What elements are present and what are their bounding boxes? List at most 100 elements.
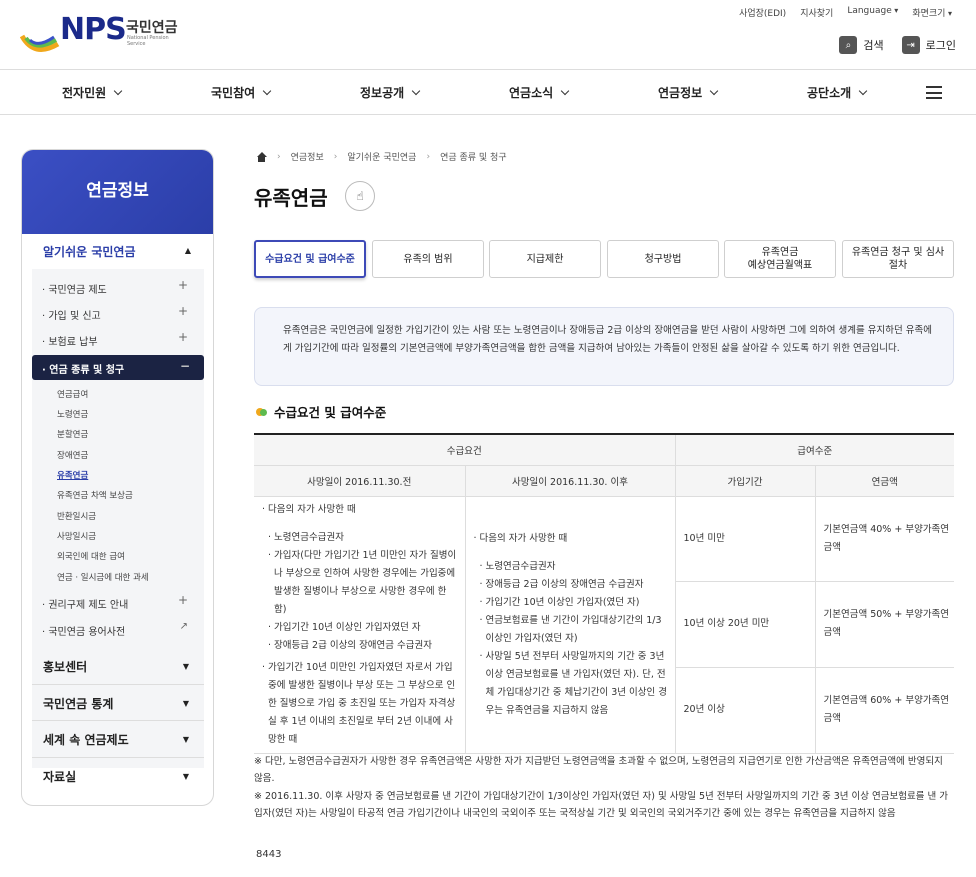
sidebar-item-pr-center[interactable]: 홍보센터 [43, 658, 87, 675]
sidebar-item-pension-types[interactable]: · 연금 종류 및 청구 − [32, 355, 204, 380]
gnb-item-about[interactable]: 공단소개 [807, 84, 866, 101]
breadcrumb-item[interactable]: 알기쉬운 국민연금 [347, 150, 416, 163]
nps-logo[interactable]: NPS 국민연금 National Pension Service [20, 12, 180, 56]
section-heading: 수급요건 및 급여수준 [256, 402, 386, 421]
search-icon: ⌕ [839, 36, 858, 54]
sidebar-section-title[interactable]: 알기쉬운 국민연금 [43, 243, 136, 260]
sidebar-sub-item[interactable]: 분할연금 [57, 428, 88, 440]
plus-icon[interactable]: + [178, 330, 188, 344]
table-cell-amount: 기본연금액 50% + 부양가족연금액 [814, 581, 954, 668]
global-navigation: 전자민원 국민참여 정보공개 연금소식 연금정보 공단소개 [0, 71, 976, 115]
requirements-table: 수급요건 급여수준 사망일이 2016.11.30.전 사망일이 2016.11… [254, 433, 954, 754]
plus-icon[interactable]: + [178, 278, 188, 292]
search-label: 검색 [863, 39, 884, 52]
menu-hamburger-icon[interactable] [926, 86, 942, 99]
chevron-down-icon[interactable]: ▼ [183, 772, 189, 781]
util-branch-link[interactable]: 지사찾기 [800, 6, 833, 19]
logo-main-text: NPS [60, 12, 127, 47]
sidebar-item-remedy[interactable]: · 권리구제 제도 안내 [42, 596, 128, 611]
sidebar-sub-item[interactable]: 연금급여 [57, 388, 88, 400]
logo-english-text: National Pension Service [127, 35, 169, 47]
site-header: NPS 국민연금 National Pension Service 사업장(ED… [0, 0, 976, 70]
breadcrumb-separator: › [333, 151, 338, 162]
home-icon[interactable] [256, 151, 267, 162]
sidebar-sub-item[interactable]: 노령연금 [57, 408, 88, 420]
util-language-dropdown[interactable]: Language [847, 6, 898, 19]
search-button[interactable]: ⌕ 검색 [839, 36, 884, 54]
utility-menu: 사업장(EDI) 지사찾기 Language 화면크기 [739, 6, 952, 19]
table-header: 사망일이 2016.11.30. 이후 [464, 464, 676, 497]
bullet-dots-icon [256, 407, 268, 417]
tab-payment-limit[interactable]: 지급제한 [489, 240, 601, 278]
sidebar-sub-item[interactable]: 사망일시금 [57, 530, 96, 542]
sidebar-sub-item[interactable]: 장애연금 [57, 449, 88, 461]
breadcrumb-separator: › [277, 151, 281, 162]
chevron-down-icon[interactable]: ▼ [183, 735, 189, 744]
gnb-item-news[interactable]: 연금소식 [509, 84, 568, 101]
sidebar-item-join[interactable]: · 가입 및 신고 [42, 307, 101, 322]
table-cell-amount: 기본연금액 60% + 부양가족연금액 [814, 666, 954, 754]
text-to-speech-icon[interactable]: ☝ [345, 181, 375, 211]
footnotes: ※ 다만, 노령연금수급권자가 사망한 경우 유족연금액은 사망한 자가 지급받… [254, 753, 954, 822]
logo-korean-text: 국민연금 [126, 20, 178, 36]
sidebar-item-glossary[interactable]: · 국민연금 용어사전 [42, 623, 125, 638]
footnote: ※ 다만, 노령연금수급권자가 사망한 경우 유족연금액은 사망한 자가 지급받… [254, 756, 943, 784]
page-number: 8443 [256, 849, 282, 860]
sidebar-sub-item[interactable]: 유족연금 차액 보상금 [57, 489, 133, 501]
sidebar-sub-item[interactable]: 외국인에 대한 급여 [57, 550, 125, 562]
logo-mark-icon [20, 34, 60, 52]
table-cell-period: 10년 이상 20년 미만 [675, 581, 816, 668]
breadcrumb-item[interactable]: 연금정보 [291, 150, 324, 163]
divider [32, 684, 204, 685]
util-edi-link[interactable]: 사업장(EDI) [739, 6, 786, 19]
tab-claim-process[interactable]: 유족연금 청구 및 심사 절차 [842, 240, 954, 278]
chevron-down-icon[interactable]: ▼ [183, 699, 189, 708]
table-header: 수급요건 [254, 433, 676, 466]
sidebar-title: 연금정보 [22, 150, 213, 234]
table-cell-period: 20년 이상 [675, 666, 816, 754]
sidebar-item-world-pension[interactable]: 세계 속 연금제도 [43, 731, 129, 748]
side-navigation: 연금정보 알기쉬운 국민연금 ▲ · 국민연금 제도 + · 가입 및 신고 +… [21, 149, 214, 806]
minus-icon[interactable]: − [180, 359, 190, 373]
sidebar-item-archive[interactable]: 자료실 [43, 768, 76, 785]
tab-claim-method[interactable]: 청구방법 [607, 240, 719, 278]
breadcrumb-item[interactable]: 연금 종류 및 청구 [440, 150, 507, 163]
sidebar-item-system[interactable]: · 국민연금 제도 [42, 281, 107, 296]
intro-box: 유족연금은 국민연금에 일정한 가입기간이 있는 사람 또는 노령연금이나 장애… [254, 307, 954, 386]
login-label: 로그인 [925, 39, 956, 52]
gnb-item-disclosure[interactable]: 정보공개 [360, 84, 419, 101]
table-cell-before: · 다음의 자가 사망한 때 · 노령연금수급권자 · 가입자(다만 가입기간 … [254, 495, 466, 754]
page-title: 유족연금 [254, 186, 328, 210]
table-header: 가입기간 [674, 464, 816, 497]
util-screen-size-dropdown[interactable]: 화면크기 [912, 6, 952, 19]
breadcrumb-separator: › [426, 151, 431, 162]
login-icon: ⇥ [901, 36, 920, 54]
gnb-item-participation[interactable]: 국민참여 [211, 84, 270, 101]
sidebar-sub-item-active[interactable]: 유족연금 [57, 469, 88, 481]
tab-survivor-scope[interactable]: 유족의 범위 [372, 240, 484, 278]
table-header: 사망일이 2016.11.30.전 [254, 464, 466, 497]
divider [32, 720, 204, 721]
breadcrumb: › 연금정보 › 알기쉬운 국민연금 › 연금 종류 및 청구 [256, 150, 507, 163]
sidebar-sub-item[interactable]: 연금 · 일시금에 대한 과세 [57, 571, 149, 583]
table-cell-after: · 다음의 자가 사망한 때 · 노령연금수급권자 · 장애등급 2급 이상의 … [464, 495, 676, 754]
divider [32, 757, 204, 758]
sidebar-sub-item[interactable]: 반환일시금 [57, 510, 96, 522]
gnb-item-pension-info[interactable]: 연금정보 [658, 84, 717, 101]
gnb-item-e-civil[interactable]: 전자민원 [62, 84, 121, 101]
chevron-down-icon[interactable]: ▼ [183, 662, 189, 671]
table-header: 연금액 [814, 464, 954, 497]
header-buttons: ⌕ 검색 ⇥ 로그인 [839, 36, 956, 54]
plus-icon[interactable]: + [178, 593, 188, 607]
login-button[interactable]: ⇥ 로그인 [901, 36, 956, 54]
section-heading-text: 수급요건 및 급여수준 [274, 405, 387, 420]
tab-requirements[interactable]: 수급요건 및 급여수준 [254, 240, 366, 278]
table-header: 급여수준 [674, 433, 954, 466]
sidebar-item-payment[interactable]: · 보험료 납부 [42, 333, 98, 348]
external-link-icon[interactable]: ↗ [180, 621, 188, 632]
chevron-up-icon[interactable]: ▲ [185, 246, 191, 255]
plus-icon[interactable]: + [178, 304, 188, 318]
sidebar-item-statistics[interactable]: 국민연금 통계 [43, 695, 113, 712]
table-cell-amount: 기본연금액 40% + 부양가족연금액 [814, 495, 954, 583]
tab-monthly-table[interactable]: 유족연금 예상연금월액표 [724, 240, 836, 278]
